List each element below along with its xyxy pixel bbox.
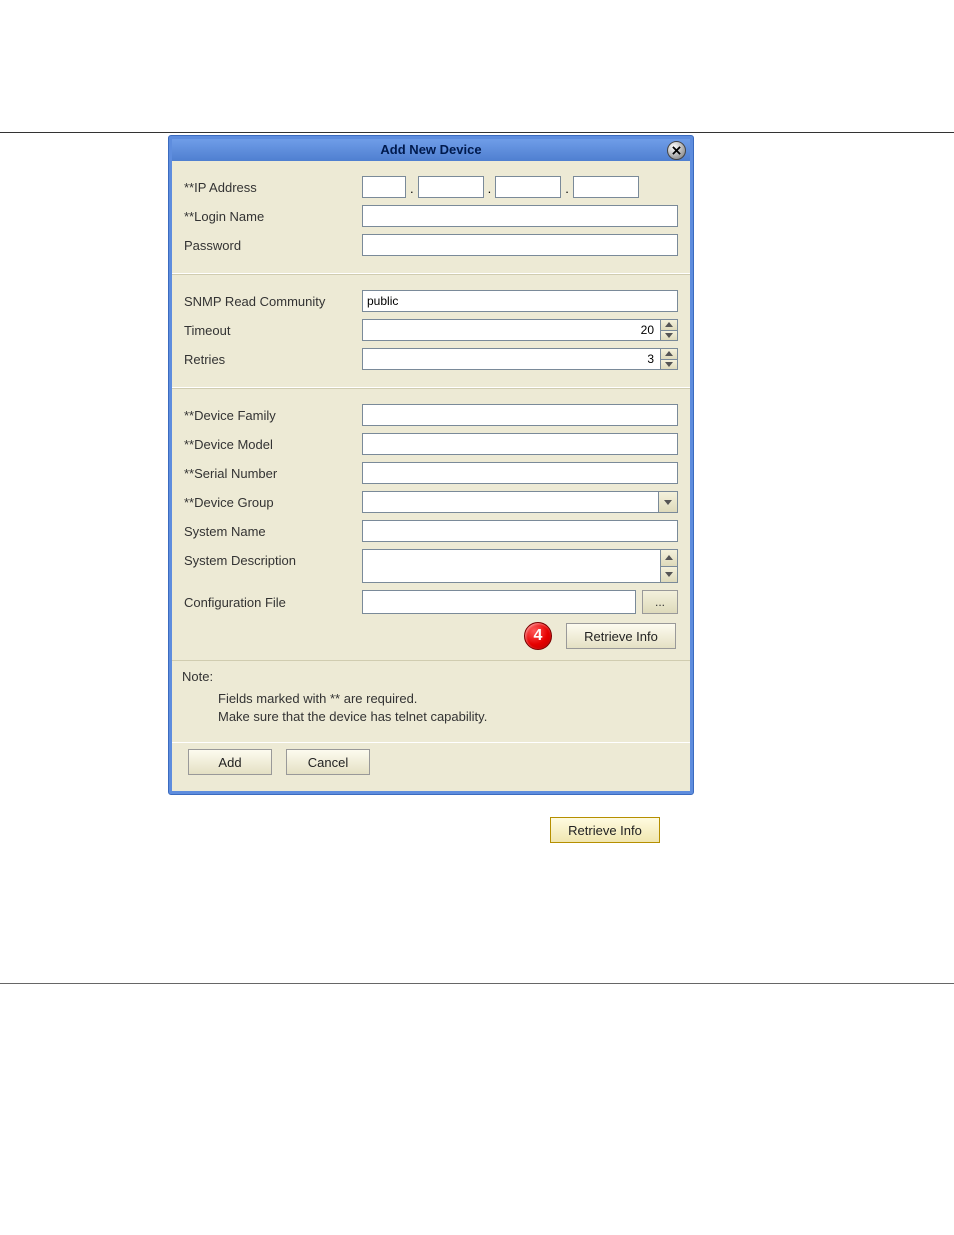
ip-address-input-group: . . . bbox=[362, 176, 639, 198]
chevron-up-icon bbox=[665, 351, 673, 356]
add-new-device-dialog: Add New Device **IP Address bbox=[168, 135, 694, 795]
ip-dot: . bbox=[563, 181, 571, 198]
dialog-titlebar: Add New Device bbox=[172, 139, 690, 161]
sysdesc-scroll-up[interactable] bbox=[660, 549, 678, 566]
retrieve-info-external-button[interactable]: Retrieve Info bbox=[550, 817, 660, 843]
ip-address-label: **IP Address bbox=[184, 180, 362, 195]
sysdesc-scroll-down[interactable] bbox=[660, 566, 678, 584]
system-description-input[interactable] bbox=[362, 549, 660, 583]
section-connection: **IP Address . . . bbox=[172, 161, 690, 274]
timeout-decrement[interactable] bbox=[660, 330, 678, 342]
configuration-file-label: Configuration File bbox=[184, 595, 362, 610]
retries-decrement[interactable] bbox=[660, 359, 678, 371]
note-line-1: Fields marked with ** are required. bbox=[218, 690, 680, 708]
add-button[interactable]: Add bbox=[188, 749, 272, 775]
system-name-input[interactable] bbox=[362, 520, 678, 542]
cancel-button[interactable]: Cancel bbox=[286, 749, 370, 775]
configuration-file-input[interactable] bbox=[362, 590, 636, 614]
system-description-group bbox=[362, 549, 678, 583]
timeout-label: Timeout bbox=[184, 323, 362, 338]
chevron-down-icon bbox=[665, 572, 673, 577]
retries-spinner bbox=[362, 348, 678, 370]
ip-dot: . bbox=[486, 181, 494, 198]
device-family-input bbox=[362, 404, 678, 426]
ip-octet-3[interactable] bbox=[495, 176, 561, 198]
top-divider bbox=[0, 132, 954, 133]
device-group-input[interactable] bbox=[362, 491, 658, 513]
dialog-footer: Add Cancel bbox=[172, 743, 690, 791]
login-name-label: **Login Name bbox=[184, 209, 362, 224]
password-label: Password bbox=[184, 238, 362, 253]
chevron-up-icon bbox=[665, 322, 673, 327]
snmp-community-input[interactable] bbox=[362, 290, 678, 312]
bottom-divider bbox=[0, 983, 954, 984]
retries-input[interactable] bbox=[362, 348, 660, 370]
chevron-down-icon bbox=[664, 500, 672, 505]
browse-button[interactable]: ... bbox=[642, 590, 678, 614]
device-group-dropdown-button[interactable] bbox=[658, 491, 678, 513]
login-name-input[interactable] bbox=[362, 205, 678, 227]
retries-increment[interactable] bbox=[660, 348, 678, 359]
ip-dot: . bbox=[408, 181, 416, 198]
timeout-input[interactable] bbox=[362, 319, 660, 341]
device-model-input bbox=[362, 433, 678, 455]
ip-octet-4[interactable] bbox=[573, 176, 639, 198]
device-group-label: **Device Group bbox=[184, 495, 362, 510]
serial-number-label: **Serial Number bbox=[184, 466, 362, 481]
close-button[interactable] bbox=[667, 141, 686, 160]
chevron-down-icon bbox=[665, 333, 673, 338]
device-group-combo bbox=[362, 491, 678, 513]
device-model-label: **Device Model bbox=[184, 437, 362, 452]
configuration-file-group: ... bbox=[362, 590, 678, 614]
retries-label: Retries bbox=[184, 352, 362, 367]
timeout-spinner bbox=[362, 319, 678, 341]
chevron-up-icon bbox=[665, 555, 673, 560]
serial-number-input bbox=[362, 462, 678, 484]
ip-octet-1[interactable] bbox=[362, 176, 406, 198]
dialog-title: Add New Device bbox=[380, 142, 481, 157]
note-heading: Note: bbox=[182, 669, 680, 684]
system-name-label: System Name bbox=[184, 524, 362, 539]
snmp-community-label: SNMP Read Community bbox=[184, 294, 362, 309]
ip-octet-2[interactable] bbox=[418, 176, 484, 198]
section-device: **Device Family **Device Model **Serial … bbox=[172, 388, 690, 660]
password-input[interactable] bbox=[362, 234, 678, 256]
system-description-label: System Description bbox=[184, 549, 362, 568]
note-line-2: Make sure that the device has telnet cap… bbox=[218, 708, 680, 726]
chevron-down-icon bbox=[665, 362, 673, 367]
step-callout-4: 4 bbox=[524, 622, 552, 650]
section-note: Note: Fields marked with ** are required… bbox=[172, 660, 690, 743]
timeout-increment[interactable] bbox=[660, 319, 678, 330]
device-family-label: **Device Family bbox=[184, 408, 362, 423]
dialog-content: **IP Address . . . bbox=[172, 161, 690, 791]
retrieve-info-button[interactable]: Retrieve Info bbox=[566, 623, 676, 649]
section-snmp: SNMP Read Community Timeout bbox=[172, 274, 690, 388]
close-icon bbox=[672, 146, 681, 155]
